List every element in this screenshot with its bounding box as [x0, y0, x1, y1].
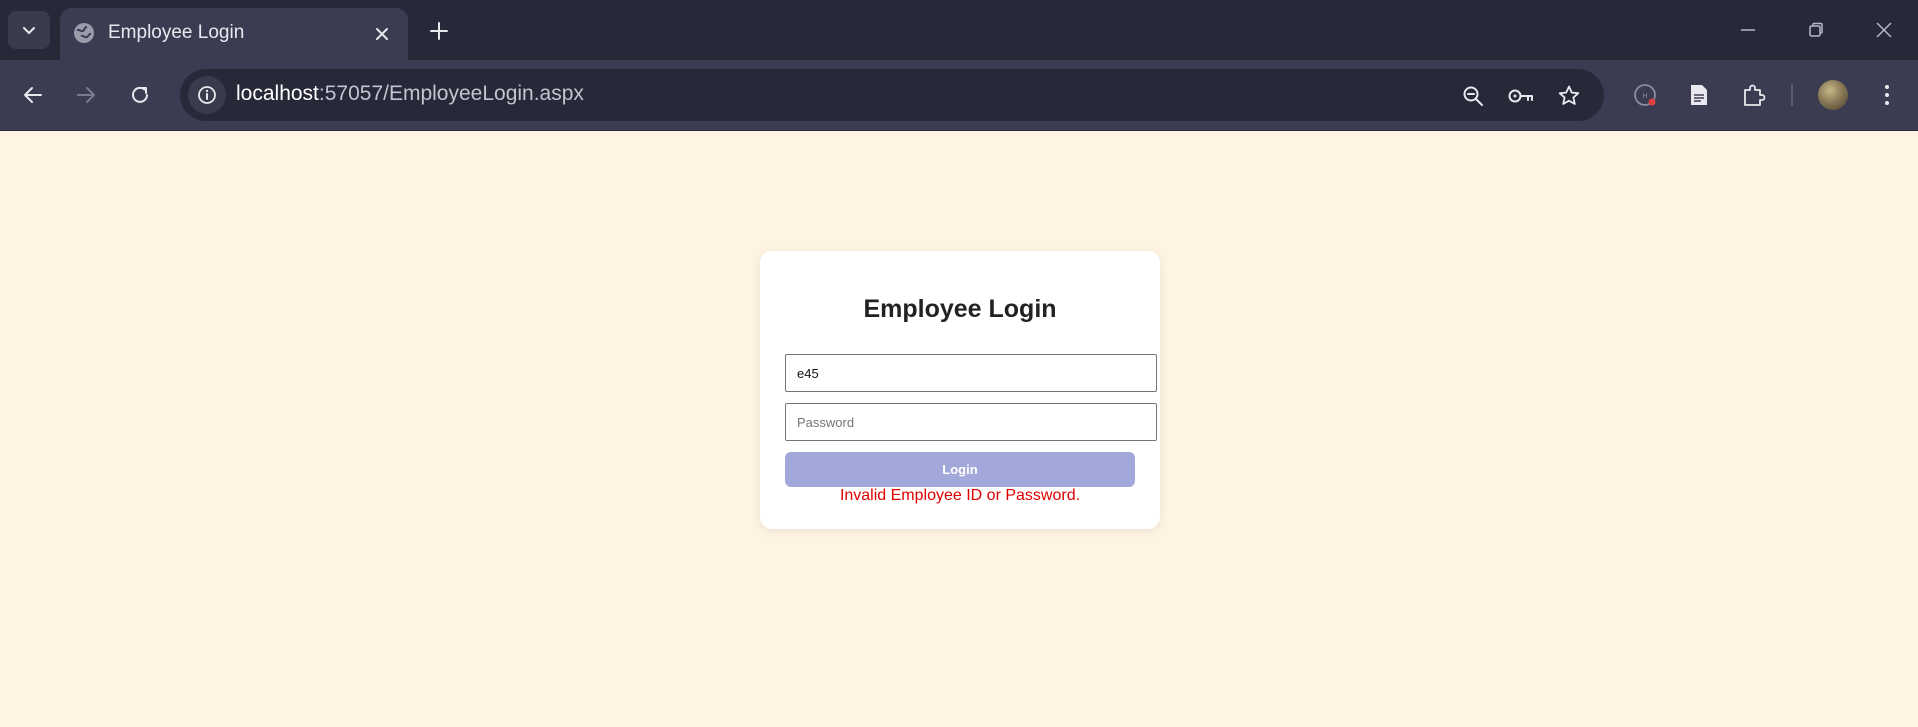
- close-window-button[interactable]: [1864, 14, 1904, 46]
- extension-badge-icon: H: [1634, 84, 1656, 106]
- reload-button[interactable]: [123, 78, 157, 112]
- tab-strip: Employee Login: [0, 0, 1918, 60]
- url-path: :57057/EmployeeLogin.aspx: [318, 82, 584, 105]
- password-manager-button[interactable]: [1506, 81, 1536, 111]
- restore-icon: [1809, 22, 1823, 37]
- forward-arrow-icon: [77, 87, 95, 103]
- extensions-button[interactable]: [1737, 78, 1771, 112]
- minimize-icon: [1741, 29, 1755, 31]
- error-message: Invalid Employee ID or Password.: [839, 487, 1081, 504]
- page-title: Employee Login: [863, 295, 1057, 323]
- toolbar-divider: [1791, 84, 1793, 106]
- globe-icon: [74, 23, 94, 43]
- new-tab-button[interactable]: [424, 16, 454, 46]
- url-text[interactable]: localhost:57057/EmployeeLogin.aspx: [236, 82, 584, 106]
- reload-icon: [132, 86, 148, 103]
- key-icon: [1508, 89, 1533, 103]
- site-info-button[interactable]: [188, 76, 226, 114]
- tab-employee-login[interactable]: Employee Login: [60, 8, 408, 60]
- close-tab-button[interactable]: [370, 22, 394, 46]
- login-button[interactable]: Login: [785, 452, 1135, 487]
- browser-toolbar: localhost:57057/EmployeeLogin.aspx H: [0, 60, 1918, 131]
- minimize-button[interactable]: [1728, 14, 1768, 46]
- menu-button[interactable]: [1870, 78, 1904, 112]
- tab-title: Employee Login: [108, 22, 245, 43]
- back-arrow-icon: [24, 87, 42, 103]
- svg-text:H: H: [1642, 93, 1647, 100]
- login-card: Employee Login Login Invalid Employee ID…: [760, 251, 1160, 529]
- forward-button[interactable]: [69, 78, 103, 112]
- tab-search-button[interactable]: [8, 11, 50, 49]
- info-icon: [198, 86, 216, 104]
- plus-icon: [430, 22, 448, 40]
- employee-id-input[interactable]: [785, 354, 1157, 392]
- close-icon: [376, 28, 388, 40]
- url-host: localhost: [236, 82, 319, 105]
- address-bar[interactable]: localhost:57057/EmployeeLogin.aspx: [180, 69, 1604, 121]
- back-button[interactable]: [16, 78, 50, 112]
- password-input[interactable]: [785, 403, 1157, 441]
- extension-button[interactable]: H: [1628, 78, 1662, 112]
- kebab-menu-icon: [1885, 85, 1889, 105]
- chevron-down-icon: [23, 27, 35, 34]
- puzzle-icon: [1744, 84, 1766, 106]
- star-icon: [1558, 85, 1580, 105]
- bookmark-button[interactable]: [1554, 81, 1584, 111]
- zoom-button[interactable]: [1458, 81, 1488, 111]
- restore-button[interactable]: [1796, 14, 1836, 46]
- reading-mode-button[interactable]: [1682, 78, 1716, 112]
- avatar[interactable]: [1818, 80, 1848, 110]
- close-window-icon: [1876, 22, 1892, 38]
- document-icon: [1691, 85, 1707, 105]
- zoom-out-icon: [1463, 86, 1483, 106]
